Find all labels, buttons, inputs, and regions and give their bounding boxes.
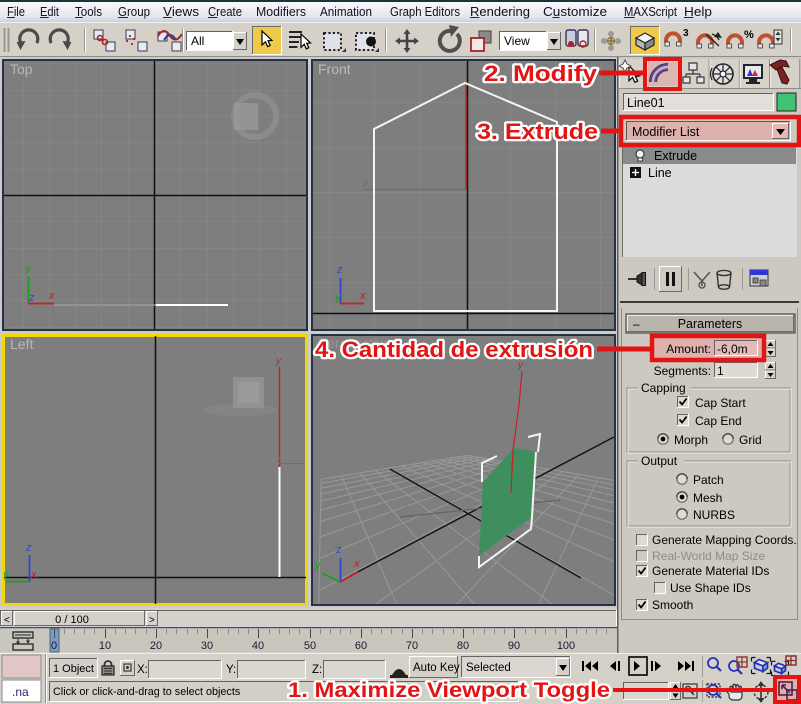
svg-text:40: 40 <box>252 640 264 652</box>
svg-text:Segments:: Segments: <box>654 364 711 378</box>
svg-text:Capping: Capping <box>641 381 686 395</box>
svg-text:1 Object: 1 Object <box>53 663 94 675</box>
svg-text:Extrude: Extrude <box>654 149 697 163</box>
svg-text:Group: Group <box>118 5 150 19</box>
svg-text:90: 90 <box>508 640 520 652</box>
svg-text:80: 80 <box>457 640 469 652</box>
svg-text:Morph: Morph <box>674 433 708 447</box>
svg-text:Create: Create <box>208 5 242 19</box>
svg-text:Help: Help <box>684 5 712 19</box>
svg-text:1: 1 <box>717 364 724 378</box>
svg-text:70: 70 <box>406 640 418 652</box>
svg-text:All: All <box>191 34 204 48</box>
svg-text:Z:: Z: <box>312 664 322 676</box>
svg-text:y: y <box>275 356 282 367</box>
svg-text:z: z <box>362 178 368 189</box>
svg-text:z: z <box>403 502 409 512</box>
svg-text:%: % <box>744 29 754 41</box>
svg-text:Cap End: Cap End <box>695 414 742 428</box>
svg-text:Selected: Selected <box>466 662 511 674</box>
svg-text:3. Extrude: 3. Extrude <box>477 119 598 144</box>
svg-text:x: x <box>359 290 366 302</box>
svg-text:Line01: Line01 <box>627 96 665 110</box>
svg-text:Generate Mapping Coords.: Generate Mapping Coords. <box>652 533 797 547</box>
svg-text:-6,0m: -6,0m <box>717 342 748 356</box>
svg-text:60: 60 <box>355 640 367 652</box>
svg-text:10: 10 <box>99 640 111 652</box>
svg-text:Generate Material IDs: Generate Material IDs <box>652 564 769 578</box>
svg-text:>: > <box>149 615 155 626</box>
svg-text:x: x <box>48 290 55 302</box>
svg-text:Mesh: Mesh <box>693 491 722 505</box>
svg-text:<: < <box>4 615 10 626</box>
svg-text:X:: X: <box>137 664 148 676</box>
svg-text:Views: Views <box>163 5 199 19</box>
svg-text:Modifiers: Modifiers <box>256 5 306 19</box>
svg-text:0: 0 <box>51 640 57 652</box>
svg-text:Y:: Y: <box>226 664 236 676</box>
svg-text:4. Cantidad de extrusión: 4. Cantidad de extrusión <box>315 337 593 362</box>
svg-text:Rendering: Rendering <box>470 5 530 19</box>
svg-text:Edit: Edit <box>40 5 59 19</box>
svg-text:View: View <box>504 34 530 48</box>
svg-text:Graph Editors: Graph Editors <box>390 5 460 19</box>
svg-text:0 / 100: 0 / 100 <box>55 614 89 626</box>
svg-text:Real-World Map Size: Real-World Map Size <box>652 549 765 563</box>
svg-text:Patch: Patch <box>693 473 724 487</box>
svg-text:20: 20 <box>150 640 162 652</box>
svg-text:Amount:: Amount: <box>666 342 711 356</box>
svg-text:–: – <box>633 317 640 331</box>
svg-text:x: x <box>353 558 360 570</box>
svg-text:Top: Top <box>10 61 33 77</box>
svg-text:3: 3 <box>683 28 689 39</box>
svg-text:1. Maximize Viewport Toggle: 1. Maximize Viewport Toggle <box>288 679 610 702</box>
svg-text:Cap Start: Cap Start <box>695 396 746 410</box>
svg-text:MAXScript: MAXScript <box>624 5 677 19</box>
svg-text:x: x <box>30 569 37 581</box>
svg-text:x: x <box>599 490 605 500</box>
svg-text:Left: Left <box>10 336 33 352</box>
svg-text:Click or click-and-drag to sel: Click or click-and-drag to select object… <box>53 686 241 698</box>
svg-text:z: z <box>336 264 343 276</box>
svg-text:NURBS: NURBS <box>693 508 735 522</box>
svg-text:File: File <box>7 5 25 19</box>
svg-text:z: z <box>28 292 35 304</box>
svg-text:.na: .na <box>12 685 29 699</box>
svg-text:Smooth: Smooth <box>652 598 693 612</box>
svg-text:Modifier List: Modifier List <box>632 125 700 139</box>
svg-text:Grid: Grid <box>739 433 762 447</box>
svg-text:100: 100 <box>557 640 575 652</box>
svg-text:Front: Front <box>318 61 351 77</box>
svg-text:Customize: Customize <box>543 5 607 19</box>
svg-text:Use Shape IDs: Use Shape IDs <box>670 581 751 595</box>
svg-text:Parameters: Parameters <box>678 317 743 331</box>
svg-text:30: 30 <box>201 640 213 652</box>
svg-text:Auto Key: Auto Key <box>413 662 460 674</box>
svg-text:Output: Output <box>641 454 678 468</box>
svg-text:50: 50 <box>304 640 316 652</box>
svg-text:Line: Line <box>648 166 672 180</box>
svg-text:z: z <box>25 542 32 554</box>
svg-text:2. Modify: 2. Modify <box>484 61 598 86</box>
svg-text:Tools: Tools <box>75 5 102 19</box>
svg-text:z: z <box>335 544 342 556</box>
svg-text:z: z <box>275 454 281 464</box>
svg-text:Animation: Animation <box>320 5 372 19</box>
